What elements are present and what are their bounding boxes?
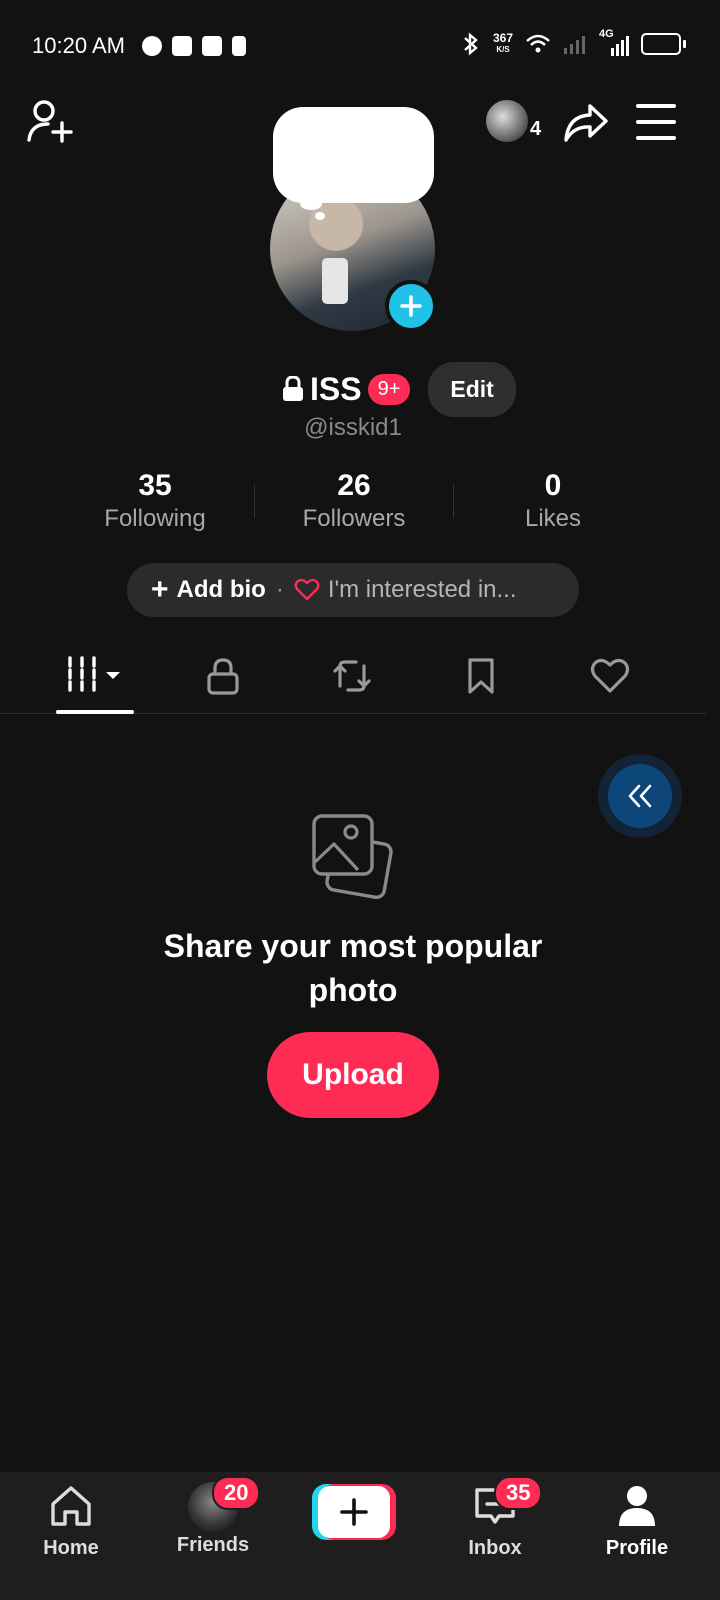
- status-icons-right: 367 K/S 4G 48: [461, 28, 686, 56]
- stat-value: 0: [544, 469, 562, 502]
- tab-reposts[interactable]: [288, 640, 417, 712]
- status-time: 10:20 AM: [32, 33, 125, 58]
- stat-followers[interactable]: 26 Followers: [255, 468, 453, 538]
- stories-count: 4: [530, 118, 542, 140]
- status-icons-left: [142, 36, 246, 56]
- plus-icon: [400, 295, 422, 317]
- net-speed-value: 367: [492, 31, 513, 45]
- active-tab-indicator: [56, 710, 134, 714]
- tab-videos[interactable]: [30, 640, 159, 712]
- username: @isskid1: [304, 414, 402, 441]
- tab-private[interactable]: [159, 640, 288, 712]
- profile-icon: [619, 1486, 655, 1526]
- menu-button[interactable]: [636, 104, 676, 140]
- private-lock-icon: [283, 376, 303, 401]
- share-icon: [564, 104, 608, 142]
- menu-line: [636, 104, 676, 108]
- add-photo-button[interactable]: [385, 280, 437, 332]
- nav-home-label: Home: [43, 1537, 99, 1559]
- chat-icon: [142, 36, 162, 56]
- empty-state-title: Share your most popular photo: [163, 928, 543, 1008]
- add-friend-button[interactable]: [26, 98, 78, 148]
- nav-home[interactable]: Home: [16, 1482, 126, 1560]
- stat-value: 35: [138, 469, 172, 502]
- stat-following[interactable]: 35 Following: [56, 468, 254, 538]
- avatar-photo-detail: [322, 258, 348, 304]
- add-bio-pill[interactable]: + Add bio · I'm interested in...: [127, 563, 579, 617]
- note-bubble[interactable]: [273, 107, 434, 203]
- wifi-icon: [526, 34, 550, 53]
- interests-label: I'm interested in...: [327, 576, 517, 603]
- friends-badge: 20: [212, 1476, 261, 1510]
- battery-icon: 48: [641, 33, 681, 55]
- lock-icon: [207, 658, 239, 695]
- add-bio-label: Add bio: [176, 576, 266, 603]
- battery-level: 48: [653, 36, 669, 52]
- photo-gallery-icon: [312, 814, 393, 900]
- double-chevron-left-icon: [628, 784, 652, 808]
- create-button-face: [318, 1486, 390, 1538]
- share-profile-button[interactable]: [562, 102, 610, 144]
- stories-button[interactable]: 4: [484, 98, 548, 146]
- parking-icon: [172, 36, 192, 56]
- bio-separator: ·: [275, 576, 284, 603]
- create-button[interactable]: [312, 1484, 396, 1540]
- bottom-nav: Home Friends 20 Inbox 35 Profile: [0, 1472, 720, 1600]
- tab-liked[interactable]: [545, 640, 674, 712]
- note-bubble-tail-dot: [315, 212, 325, 220]
- heart-outline-icon: [294, 578, 320, 601]
- nav-profile[interactable]: Profile: [582, 1482, 692, 1560]
- net-speed: 367 K/S: [492, 31, 513, 55]
- menu-line: [636, 120, 676, 124]
- heart-icon: [590, 658, 629, 693]
- home-icon: [51, 1486, 91, 1526]
- net-speed-unit: K/S: [496, 45, 510, 54]
- plus-icon: [340, 1498, 368, 1526]
- plus-icon: +: [151, 573, 169, 606]
- add-user-icon: [27, 100, 73, 143]
- download-icon: [232, 36, 246, 56]
- signal-icon-empty: [564, 36, 585, 54]
- notification-badge[interactable]: 9+: [367, 373, 411, 405]
- upload-button[interactable]: Upload: [267, 1032, 439, 1118]
- signal-icon: 4G: [599, 28, 629, 56]
- profile-name: ISS: [310, 370, 362, 407]
- note-bubble-tail: [300, 198, 322, 210]
- youtube-icon: [202, 36, 222, 56]
- edit-profile-button[interactable]: Edit: [428, 361, 516, 417]
- nav-profile-label: Profile: [605, 1537, 669, 1559]
- nav-inbox-label: Inbox: [468, 1537, 522, 1559]
- name-row: ISS 9+ Edit: [282, 361, 516, 417]
- status-bar: 10:20 AM 367 K/S 4G 48: [0, 0, 720, 92]
- floating-collapse-button[interactable]: [598, 754, 682, 838]
- tab-favorites[interactable]: [416, 640, 545, 712]
- content-tabs: [30, 640, 674, 712]
- menu-line: [636, 136, 676, 140]
- inbox-badge: 35: [494, 1476, 543, 1510]
- nav-friends-label: Friends: [176, 1534, 250, 1556]
- network-type: 4G: [599, 28, 614, 40]
- stat-value: 26: [337, 469, 371, 502]
- stat-likes[interactable]: 0 Likes: [454, 468, 652, 538]
- floating-collapse-inner: [608, 764, 672, 828]
- bluetooth-icon: [464, 32, 478, 56]
- grid-icon: [68, 656, 121, 696]
- battery-cap: [683, 40, 686, 48]
- story-avatar: [484, 98, 530, 144]
- stat-label: Followers: [302, 505, 406, 532]
- repost-icon: [333, 660, 371, 692]
- stat-label: Following: [104, 505, 206, 532]
- profile-stats: 35 Following 26 Followers 0 Likes: [56, 468, 652, 538]
- stat-label: Likes: [524, 505, 582, 532]
- bookmark-icon: [468, 658, 494, 694]
